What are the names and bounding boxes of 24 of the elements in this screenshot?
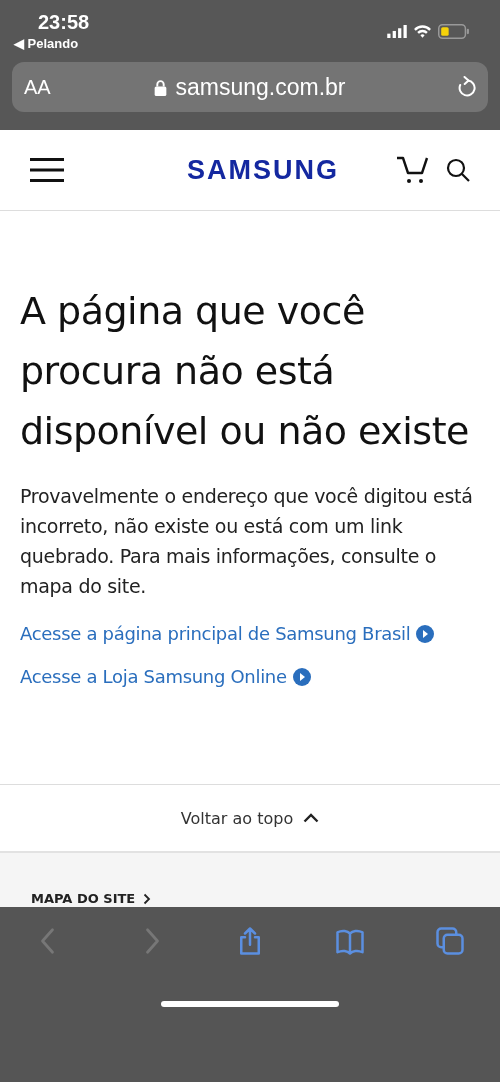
url-text: samsung.com.br [175, 73, 346, 101]
lock-icon [154, 78, 168, 96]
reload-icon[interactable] [456, 76, 476, 98]
tabs-icon[interactable] [435, 926, 465, 956]
signal-icon [387, 24, 407, 38]
cart-icon[interactable] [396, 156, 430, 184]
sitemap-link[interactable]: MAPA DO SITE [31, 891, 152, 907]
address-bar[interactable]: AA samsung.com.br [12, 62, 488, 112]
play-circle-icon [416, 624, 435, 643]
chevron-right-icon [143, 892, 152, 905]
play-circle-icon [292, 667, 311, 686]
wifi-icon [413, 24, 432, 38]
text-size-button[interactable]: AA [24, 75, 74, 99]
page-heading: A página que você procura não está disponível ou não existe [20, 288, 470, 455]
link[interactable]: Acesse a página principal de Samsung Brasil [20, 623, 480, 644]
clock-time: 23:58 [37, 10, 90, 34]
link[interactable]: Acesse a Loja Samsung Online [20, 666, 480, 687]
search-icon[interactable] [446, 158, 470, 182]
menu-icon[interactable] [30, 158, 64, 182]
battery-icon [438, 23, 470, 39]
back-to-app-link[interactable]: ◀ Pelando [14, 34, 90, 54]
logo[interactable]: SAMSUNG [187, 154, 339, 186]
chevron-up-icon [303, 813, 320, 823]
error-message: Provavelmente o endereço que você digitou está incorreto, não existe ou está com um link quebrado. Para mais informações, consulte o mapa do site. [20, 484, 474, 599]
